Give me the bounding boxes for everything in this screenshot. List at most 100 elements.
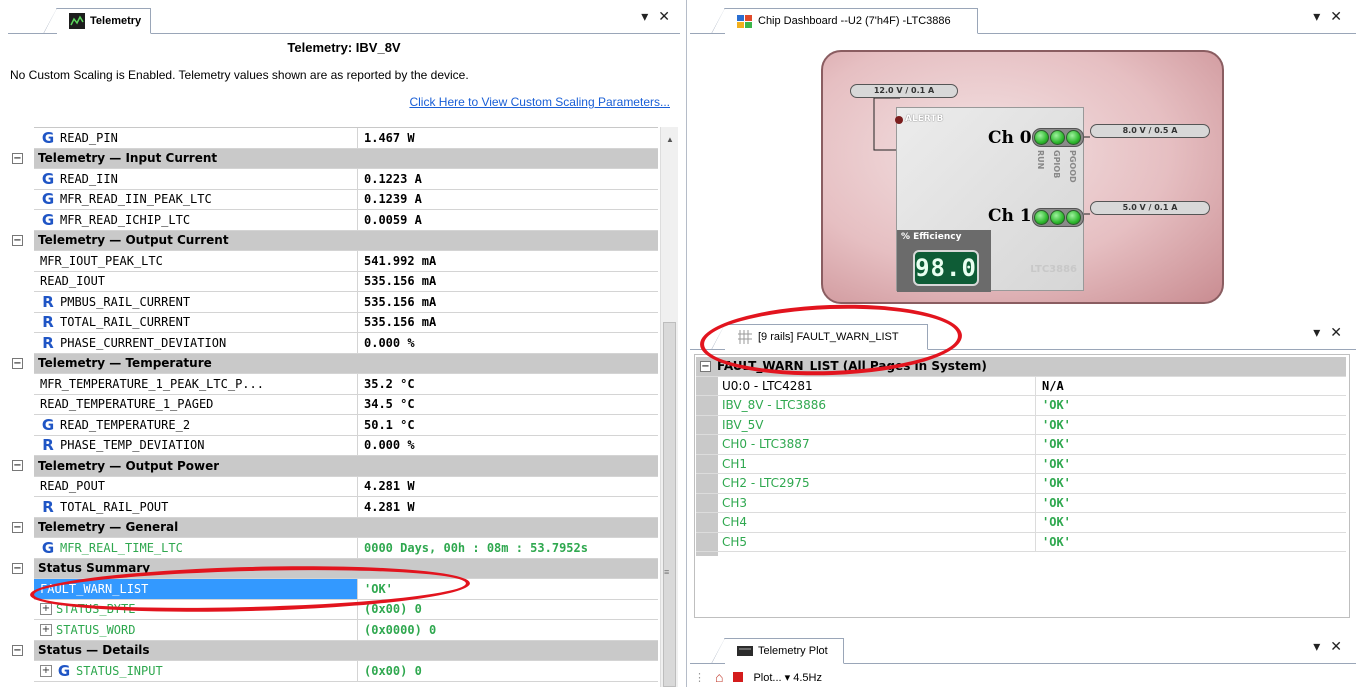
- telemetry-row[interactable]: R PHASE_TEMP_DEVIATION 0.000 %: [34, 435, 658, 456]
- fault-warn-rail: CH5: [696, 532, 1036, 551]
- collapse-icon[interactable]: −: [12, 357, 23, 369]
- telemetry-row[interactable]: G MFR_READ_IIN_PEAK_LTC 0.1239 A: [34, 189, 658, 210]
- telemetry-row[interactable]: G MFR_REAL_TIME_LTC 0000 Days, 00h : 08m :…: [34, 538, 658, 559]
- collapse-icon[interactable]: −: [700, 360, 711, 372]
- telemetry-row[interactable]: + G STATUS_INPUT (0x00) 0: [34, 661, 658, 682]
- telemetry-row[interactable]: MFR_IOUT_PEAK_LTC 541.992 mA: [34, 251, 658, 272]
- telemetry-value: 0.0059 A: [364, 212, 422, 227]
- plot-dropdown[interactable]: Plot... ▾ 4.5Hz: [753, 671, 822, 684]
- telemetry-row[interactable]: G MFR_READ_ICHIP_LTC 0.0059 A: [34, 210, 658, 231]
- collapse-icon[interactable]: −: [12, 234, 23, 246]
- telemetry-value: (0x00) 0: [364, 602, 422, 617]
- fault-warn-row[interactable]: CH5 'OK': [696, 532, 1346, 552]
- telemetry-row[interactable]: + STATUS_WORD (0x0000) 0: [34, 620, 658, 641]
- pgood-label: PGOOD: [1068, 150, 1077, 183]
- telemetry-row[interactable]: G READ_TEMPERATURE_2 50.1 °C: [34, 415, 658, 436]
- vertical-scrollbar[interactable]: ▲ ≡: [660, 127, 678, 687]
- telemetry-plot-panel: Telemetry Plot ▾ ✕ ⋮ ⌂ Plot... ▾ 4.5Hz: [690, 630, 1356, 687]
- telemetry-row[interactable]: READ_TEMPERATURE_1_PAGED 34.5 °C: [34, 394, 658, 415]
- close-icon[interactable]: ✕: [1330, 324, 1342, 341]
- collapse-icon[interactable]: −: [12, 152, 23, 164]
- pin-dropdown-icon[interactable]: ▾: [1313, 8, 1320, 25]
- home-icon[interactable]: ⌂: [715, 669, 723, 685]
- expand-icon[interactable]: +: [40, 664, 52, 677]
- chip-dashboard-tabstrip: Chip Dashboard --U2 (7'h4F) -LTC3886 ▾ ✕: [690, 0, 1356, 34]
- telemetry-row[interactable]: READ_POUT 4.281 W: [34, 476, 658, 497]
- category-label: Telemetry — Output Power: [38, 458, 220, 473]
- stop-icon[interactable]: [733, 672, 744, 682]
- collapse-icon[interactable]: −: [12, 460, 23, 472]
- tab-chip-dashboard[interactable]: Chip Dashboard --U2 (7'h4F) -LTC3886: [711, 8, 978, 34]
- tab-telemetry[interactable]: Telemetry: [43, 8, 151, 34]
- telemetry-row[interactable]: R PHASE_CURRENT_DEVIATION 0.000 %: [34, 333, 658, 354]
- alert-label: ALERTB: [905, 114, 944, 124]
- category-row[interactable]: − Telemetry — Output Current: [12, 230, 658, 251]
- collapse-icon[interactable]: −: [12, 644, 23, 656]
- custom-scaling-link[interactable]: Click Here to View Custom Scaling Parame…: [409, 95, 670, 109]
- telemetry-value: 1.467 W: [364, 130, 415, 145]
- telemetry-value: 0.000 %: [364, 335, 415, 350]
- ch0-output-pill[interactable]: 8.0 V / 0.5 A: [1090, 124, 1210, 138]
- category-row[interactable]: − Telemetry — Temperature: [12, 353, 658, 374]
- fault-warn-row[interactable]: CH4 'OK': [696, 513, 1346, 533]
- telemetry-row[interactable]: READ_IOUT 535.156 mA: [34, 271, 658, 292]
- close-icon[interactable]: ✕: [1330, 638, 1342, 655]
- fault-warn-row[interactable]: IBV_8V - LTC3886 'OK': [696, 396, 1346, 416]
- fault-warn-row[interactable]: CH3 'OK': [696, 493, 1346, 513]
- fault-warn-status: 'OK': [1042, 437, 1071, 452]
- telemetry-value: 4.281 W: [364, 479, 415, 494]
- telemetry-row-key: G READ_IIN: [34, 169, 358, 189]
- telemetry-row-key: R PHASE_CURRENT_DEVIATION: [34, 333, 358, 353]
- telemetry-row[interactable]: G READ_PIN 1.467 W: [34, 128, 658, 149]
- collapse-icon[interactable]: −: [12, 562, 23, 574]
- pin-dropdown-icon[interactable]: ▾: [1313, 324, 1320, 341]
- telemetry-row[interactable]: R TOTAL_RAIL_CURRENT 535.156 mA: [34, 312, 658, 333]
- telemetry-row[interactable]: R PMBUS_RAIL_CURRENT 535.156 mA: [34, 292, 658, 313]
- fault-warn-row[interactable]: IBV_5V 'OK': [696, 415, 1346, 435]
- category-row[interactable]: − Status — Details: [12, 640, 658, 661]
- category-row[interactable]: − Telemetry — General: [12, 517, 658, 538]
- telemetry-plot-tabstrip: Telemetry Plot ▾ ✕: [690, 630, 1356, 664]
- fault-warn-rail: IBV_8V - LTC3886: [696, 396, 1036, 415]
- scrollbar-thumb[interactable]: [663, 322, 676, 687]
- telemetry-row[interactable]: MFR_TEMPERATURE_1_PEAK_LTC_P... 35.2 °C: [34, 374, 658, 395]
- category-label: Status — Details: [38, 643, 150, 658]
- fault-warn-status: 'OK': [1042, 398, 1071, 413]
- telemetry-row[interactable]: G READ_IIN 0.1223 A: [34, 169, 658, 190]
- category-row[interactable]: − Telemetry — Output Power: [12, 456, 658, 477]
- dock-divider: [686, 0, 687, 687]
- input-voltage-pill[interactable]: 12.0 V / 0.1 A: [850, 84, 958, 98]
- chip-block[interactable]: ALERTB Ch 0 RUN GPIOB PGOOD Ch 1 % Effic…: [895, 107, 1084, 292]
- pin-dropdown-icon[interactable]: ▾: [1313, 638, 1320, 655]
- fault-warn-row[interactable]: U0:0 - LTC4281 N/A: [696, 376, 1346, 396]
- expand-icon[interactable]: +: [40, 603, 52, 616]
- fault-warn-row[interactable]: CH2 - LTC2975 'OK': [696, 474, 1346, 494]
- fault-warn-rail: CH1: [696, 454, 1036, 473]
- ch1-output-pill[interactable]: 5.0 V / 0.1 A: [1090, 201, 1210, 215]
- telemetry-row-key: G READ_TEMPERATURE_2: [34, 415, 358, 435]
- pin-dropdown-icon[interactable]: ▾: [641, 8, 648, 25]
- telemetry-row-key: READ_TEMPERATURE_1_PAGED: [34, 394, 358, 414]
- chip-dashboard-icon: [737, 13, 753, 29]
- fault-warn-status: 'OK': [1042, 476, 1071, 491]
- r-badge-icon: R: [42, 497, 54, 516]
- telemetry-value: (0x0000) 0: [364, 622, 437, 637]
- fault-warn-row[interactable]: CH0 - LTC3887 'OK': [696, 435, 1346, 455]
- scroll-up-icon[interactable]: ▲: [666, 135, 674, 144]
- telemetry-row[interactable]: R TOTAL_RAIL_POUT 4.281 W: [34, 497, 658, 518]
- telemetry-label: TOTAL_RAIL_CURRENT: [60, 315, 191, 330]
- close-icon[interactable]: ✕: [658, 8, 670, 25]
- ch0-run-led-icon: [1034, 130, 1049, 145]
- expand-icon[interactable]: +: [40, 623, 52, 636]
- r-badge-icon: R: [42, 333, 54, 352]
- collapse-icon[interactable]: −: [12, 521, 23, 533]
- telemetry-value: 535.156 mA: [364, 294, 437, 309]
- telemetry-label: MFR_READ_IIN_PEAK_LTC: [60, 192, 212, 207]
- telemetry-label: TOTAL_RAIL_POUT: [60, 499, 169, 514]
- tab-telemetry-plot[interactable]: Telemetry Plot: [711, 638, 844, 664]
- category-row[interactable]: − Telemetry — Input Current: [12, 148, 658, 169]
- close-icon[interactable]: ✕: [1330, 8, 1342, 25]
- telemetry-row-key: G MFR_READ_ICHIP_LTC: [34, 210, 358, 230]
- g-badge-icon: G: [41, 169, 55, 188]
- fault-warn-row[interactable]: CH1 'OK': [696, 454, 1346, 474]
